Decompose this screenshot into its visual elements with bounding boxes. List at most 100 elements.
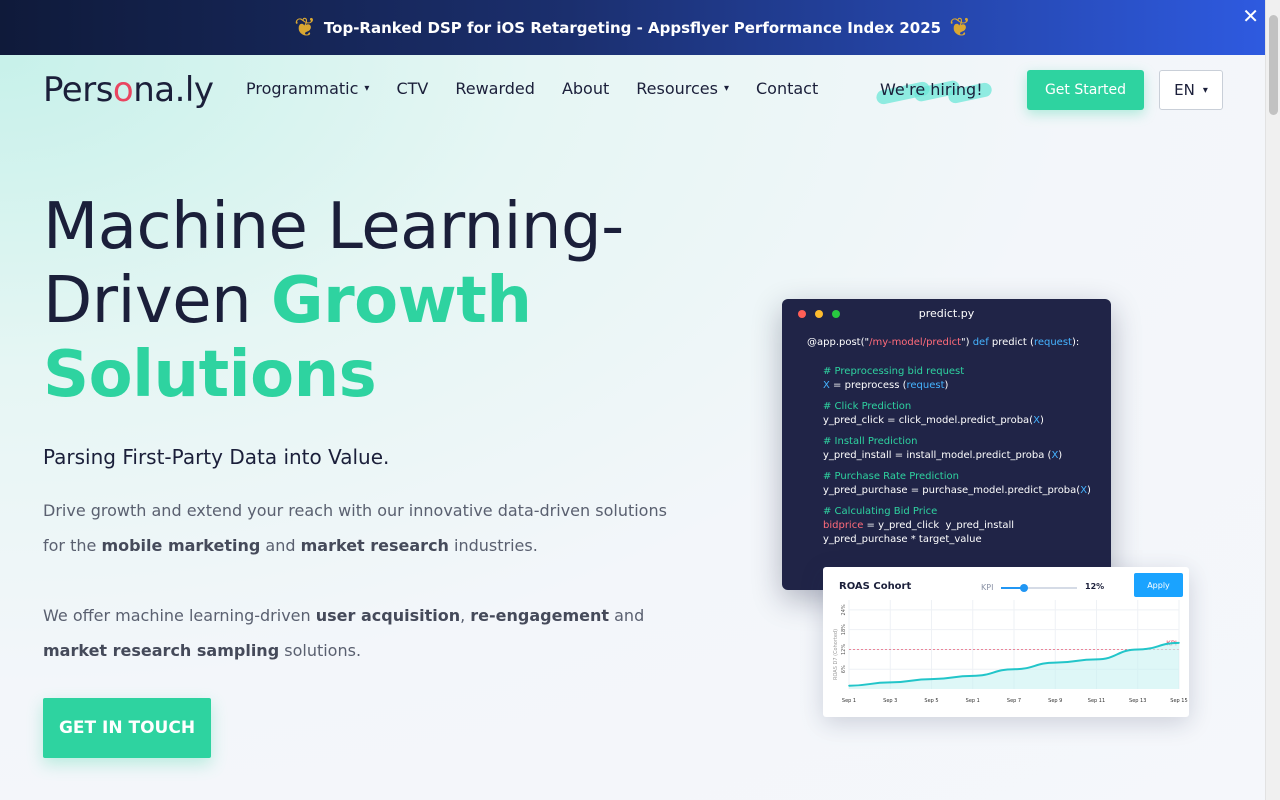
data-point xyxy=(971,675,974,677)
kpi-slider[interactable] xyxy=(1001,584,1077,592)
code-line: X = preprocess (request) xyxy=(823,380,948,391)
text-span: We offer machine learning-driven xyxy=(43,606,316,625)
chevron-down-icon: ▾ xyxy=(723,83,729,94)
text-span: and xyxy=(260,536,301,555)
x-tick-label: Sep 11 xyxy=(1088,698,1105,704)
code-comment: # Calculating Bid Price xyxy=(823,506,938,517)
nav-rewarded[interactable]: Rewarded xyxy=(455,79,535,98)
code-line: @app.post("/my-model/predict") def predi… xyxy=(807,337,1079,348)
data-point xyxy=(1136,648,1139,651)
main-nav: Programmatic ▾ CTV Rewarded About Resour… xyxy=(246,79,818,98)
code-token: y_pred_click = click_model.predict_proba… xyxy=(823,415,1034,426)
laurel-right-icon: ❦ xyxy=(949,12,971,43)
text-span: , xyxy=(460,606,471,625)
kpi-label: KPI xyxy=(981,583,994,592)
text-span: industries. xyxy=(448,536,538,555)
x-tick-label: Sep 3 xyxy=(883,698,897,704)
code-comment: # Install Prediction xyxy=(823,436,918,447)
code-token: bidprice xyxy=(823,520,864,531)
code-token: ) xyxy=(1087,485,1091,496)
code-token: ") xyxy=(961,337,973,348)
language-select[interactable]: EN ▾ xyxy=(1159,70,1223,110)
nav-ctv[interactable]: CTV xyxy=(396,79,428,98)
title-line-2: Driven xyxy=(43,264,272,338)
code-comment: # Preprocessing bid request xyxy=(823,366,965,377)
x-tick-label: Sep 7 xyxy=(1007,698,1021,704)
hero-subtitle: Parsing First-Party Data into Value. xyxy=(43,445,390,469)
code-token: /my-model/predict xyxy=(869,337,962,348)
text-bold: mobile marketing xyxy=(101,536,261,555)
apply-button[interactable]: Apply xyxy=(1134,573,1183,597)
logo-text-prefix: Pers xyxy=(43,70,113,110)
code-token: ) xyxy=(944,380,949,391)
code-line: bidprice = y_pred_click y_pred_install xyxy=(823,520,1014,531)
data-point xyxy=(1054,661,1057,664)
scrollbar-thumb[interactable] xyxy=(1269,15,1278,115)
get-started-button[interactable]: Get Started xyxy=(1027,70,1144,110)
nav-programmatic[interactable]: Programmatic ▾ xyxy=(246,79,369,98)
text-bold: market research sampling xyxy=(43,641,280,660)
code-token: ): xyxy=(1071,337,1080,348)
code-filename: predict.py xyxy=(918,307,975,320)
nav-resources[interactable]: Resources ▾ xyxy=(636,79,729,98)
code-line: y_pred_click = click_model.predict_proba… xyxy=(823,415,1044,426)
hero-paragraph-2: We offer machine learning-driven user ac… xyxy=(43,598,693,668)
code-token: X xyxy=(1033,415,1040,426)
chevron-down-icon: ▾ xyxy=(364,83,370,94)
logo-text-suffix: na.ly xyxy=(133,70,214,110)
text-bold: re-engagement xyxy=(470,606,610,625)
y-tick-label: 24% xyxy=(841,604,847,615)
data-point xyxy=(848,684,850,687)
nav-label: Contact xyxy=(756,79,819,98)
title-accent-growth: Growth xyxy=(271,264,532,338)
x-tick-label: Sep 9 xyxy=(1048,698,1062,704)
code-comment: # Purchase Rate Prediction xyxy=(823,471,959,482)
code-token: X xyxy=(823,380,830,391)
x-tick-label: Sep 15 xyxy=(1170,698,1187,704)
code-line: y_pred_install = install_model.predict_p… xyxy=(823,450,1062,461)
code-token: ) xyxy=(1039,415,1044,426)
code-token: y_pred_install = install_model.predict_p… xyxy=(823,450,1052,461)
nav-label: Programmatic xyxy=(246,79,359,98)
data-point xyxy=(889,681,892,684)
kpi-value: 12% xyxy=(1085,582,1105,591)
code-token: = y_pred_click y_pred_install xyxy=(863,520,1015,531)
laurel-left-icon: ❦ xyxy=(294,12,316,43)
hiring-link[interactable]: We're hiring! xyxy=(874,72,994,110)
code-token: def xyxy=(972,337,989,348)
title-line-1: Machine Learning- xyxy=(43,190,624,264)
page-scrollbar[interactable] xyxy=(1265,0,1280,800)
x-tick-label: Sep 5 xyxy=(924,698,938,704)
hero-title: Machine Learning- Driven Growth Solution… xyxy=(43,190,624,412)
text-bold: market research xyxy=(300,536,449,555)
close-icon[interactable]: ✕ xyxy=(1242,4,1259,28)
nav-label: About xyxy=(561,79,610,98)
title-accent-solutions: Solutions xyxy=(43,338,377,412)
code-token: predict ( xyxy=(988,337,1034,348)
nav-label: Rewarded xyxy=(455,79,535,98)
nav-contact[interactable]: Contact xyxy=(756,79,818,98)
banner-text[interactable]: Top-Ranked DSP for iOS Retargeting - App… xyxy=(324,19,941,37)
text-span: and xyxy=(609,606,645,625)
chevron-down-icon: ▾ xyxy=(1202,84,1208,96)
text-span: solutions. xyxy=(279,641,362,660)
announcement-banner[interactable]: ❦ Top-Ranked DSP for iOS Retargeting - A… xyxy=(0,0,1265,55)
nav-about[interactable]: About xyxy=(562,79,609,98)
logo[interactable]: Persona.ly xyxy=(43,70,214,110)
logo-target-icon: o xyxy=(112,70,134,110)
code-token: request xyxy=(1033,337,1072,348)
code-line: y_pred_purchase = purchase_model.predict… xyxy=(823,485,1091,496)
kpi-slider-handle[interactable] xyxy=(1019,584,1028,592)
nav-label: Resources xyxy=(636,79,718,98)
code-token: @app.post(" xyxy=(807,337,870,348)
nav-label: CTV xyxy=(396,79,429,98)
x-tick-label: Sep 1 xyxy=(966,698,980,704)
code-line: y_pred_purchase * target_value xyxy=(823,534,982,545)
hiring-label: We're hiring! xyxy=(880,80,983,99)
code-token: ) xyxy=(1058,450,1063,461)
data-point xyxy=(1095,658,1098,661)
hero-paragraph-1: Drive growth and extend your reach with … xyxy=(43,493,693,563)
x-tick-label: Sep 1 xyxy=(842,698,856,704)
get-in-touch-button[interactable]: GET IN TOUCH xyxy=(43,698,211,758)
text-bold: user acquisition xyxy=(315,606,461,625)
